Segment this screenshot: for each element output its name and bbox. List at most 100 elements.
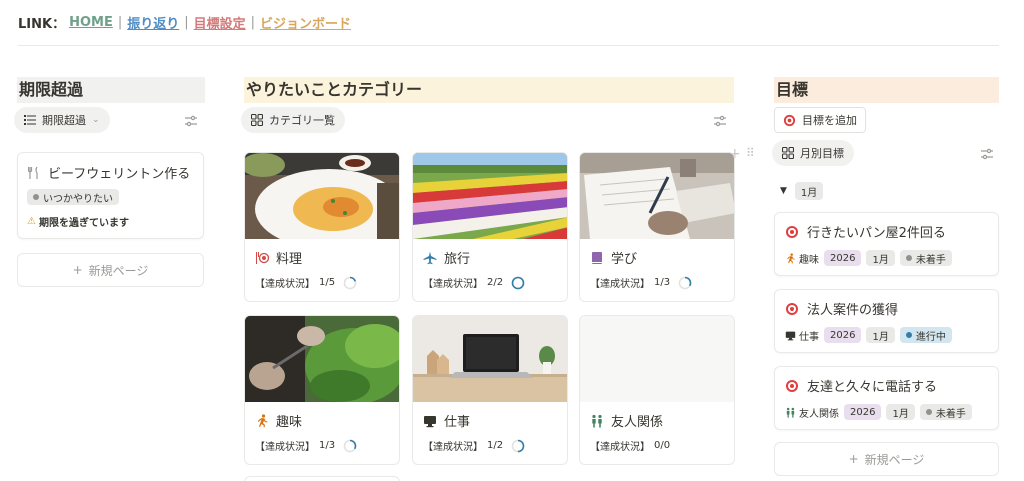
category-name-row: 仕事 [423,411,470,430]
category-card-friends[interactable]: 友人関係 【達成状況】 0/0 [579,315,735,465]
category-card-travel[interactable]: 旅行 【達成状況】 2/2 [412,152,568,302]
goal-category: 仕事 [785,328,819,343]
goals-heading: 目標 [774,77,999,103]
category-name: 友人関係 [611,415,664,430]
settings-sliders-icon[interactable] [980,147,994,161]
goal-category: 趣味 [785,251,819,266]
drag-handle-icon[interactable]: ⠿ [746,146,755,160]
link-review[interactable]: 振り返り [127,13,179,32]
overdue-new-page-button[interactable]: + 新規ページ [17,253,204,287]
status-prefix: 【達成状況】 [423,279,483,290]
link-vision-board[interactable]: ビジョンボード [260,13,351,32]
chevron-down-icon: ⌄ [92,115,100,125]
category-card-hobby[interactable]: 趣味 【達成状況】 1/3 [244,315,400,465]
category-status: 【達成状況】 1/2 [423,438,525,453]
desktop-icon [785,331,796,340]
status-prefix: 【達成状況】 [590,442,650,453]
progress-ring [343,439,357,452]
add-goal-label: 目標を追加 [802,114,857,127]
year-tag: 2026 [824,327,862,343]
settings-sliders-icon[interactable] [713,114,727,128]
category-status: 【達成状況】 1/5 [255,275,357,290]
category-card-work[interactable]: 仕事 【達成状況】 1/2 [412,315,568,465]
add-goal-button[interactable]: 目標を追加 [774,107,866,133]
status-tag: 進行中 [899,327,952,343]
link-separator: | [184,15,189,30]
target-icon [786,379,798,392]
cooking-icon [256,251,269,264]
goal-title: 法人案件の獲得 [807,303,899,318]
progress-ring [511,439,525,452]
link-bar: LINK： HOME | 振り返り | 目標設定 | ビジョンボード [18,13,351,32]
goal-title-row: 友達と久々に電話する [785,376,937,395]
category-status: 【達成状況】 1/3 [590,275,692,290]
grid-icon [782,147,794,159]
status-count: 0/0 [654,440,671,451]
plus-icon: + [848,452,859,466]
plus-icon: + [72,263,83,277]
category-card-cooking[interactable]: 料理 【達成状況】 1/5 [244,152,400,302]
overdue-card-title-row: ビーフウェリントン作る [28,163,190,182]
link-goal-setting[interactable]: 目標設定 [194,13,246,32]
overdue-view-tab[interactable]: 期限超過 ⌄ [14,107,110,133]
fork-knife-icon [28,166,38,179]
divider [18,45,999,46]
target-icon [786,225,798,238]
goal-title-row: 法人案件の獲得 [785,299,898,318]
status-dot [905,332,912,338]
book-icon [592,251,602,264]
overdue-heading: 期限超過 [17,77,205,103]
month-tag: 1月 [866,327,895,343]
status-prefix: 【達成状況】 [255,442,315,453]
desktop-icon [424,415,436,427]
cover-image-writing [580,153,734,239]
progress-ring [343,276,357,289]
categories-view-label: カテゴリ一覧 [269,114,335,127]
group-toggle-january[interactable]: ▼ 1月 [780,182,824,200]
year-tag: 2026 [844,404,882,420]
overdue-view-label: 期限超過 [42,114,86,127]
cover-image-laptop [413,316,567,402]
link-prefix: LINK： [18,17,66,32]
triangle-down-icon: ▼ [780,186,787,196]
goal-title: 行きたいパン屋2件回る [807,226,946,241]
category-name-row: 旅行 [423,248,470,267]
goal-category: 友人関係 [785,405,839,420]
status-tag-label: いつかやりたい [43,193,113,205]
month-tag: 1月 [886,404,915,420]
overdue-card[interactable]: ビーフウェリントン作る いつかやりたい ⚠ 期限を過ぎています [17,152,204,239]
category-card-learning[interactable]: 学び 【達成状況】 1/3 [579,152,735,302]
category-status: 【達成状況】 1/3 [255,438,357,453]
cover-empty [580,316,734,402]
category-name: 仕事 [444,415,471,430]
category-name: 趣味 [276,415,303,430]
link-separator: | [250,15,256,30]
goals-new-page-button[interactable]: + 新規ページ [774,442,999,476]
running-icon [787,252,795,264]
people-icon [592,414,602,427]
categories-view-tab[interactable]: カテゴリ一覧 [241,107,345,133]
category-status: 【達成状況】 0/0 [590,438,670,453]
target-icon [786,302,798,315]
target-icon [783,114,796,126]
progress-ring [678,276,692,289]
goal-properties: 趣味 2026 1月 未着手 [785,250,952,266]
link-home[interactable]: HOME [69,15,113,30]
progress-ring [511,276,525,289]
status-count: 1/3 [319,440,336,451]
status-count: 1/2 [487,440,504,451]
new-page-label: 新規ページ [864,452,925,467]
goal-card[interactable]: 法人案件の獲得 仕事 2026 1月 進行中 [774,289,999,353]
category-name-row: 趣味 [255,411,302,430]
category-name: 旅行 [444,252,471,267]
goal-properties: 仕事 2026 1月 進行中 [785,327,952,343]
cover-image-flower-field [413,153,567,239]
goals-view-label: 月別目標 [800,147,844,160]
goal-card[interactable]: 友達と久々に電話する 友人関係 2026 1月 未着手 [774,366,999,430]
category-name: 学び [611,252,638,267]
settings-sliders-icon[interactable] [184,114,198,128]
goals-view-tab[interactable]: 月別目標 [772,140,854,166]
group-label: 1月 [794,182,824,200]
status-dot [925,409,932,415]
goal-card[interactable]: 行きたいパン屋2件回る 趣味 2026 1月 未着手 [774,212,999,276]
